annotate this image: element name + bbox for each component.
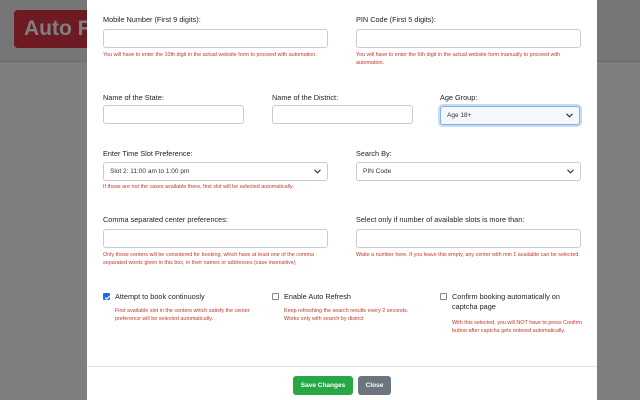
center-preferences-label: Comma separated center preferences: [103,215,228,224]
book-continuously-label[interactable]: Attempt to book continuosly [115,292,205,301]
age-group-select[interactable]: Age 18+ [440,106,580,125]
age-group-label: Age Group: [440,93,478,102]
checkmark-icon [104,295,111,300]
center-preferences-help: Only those centers will be considered fo… [103,252,314,267]
save-changes-button[interactable]: Save Changes [293,376,353,395]
chevron-down-icon [314,169,321,174]
state-label: Name of the State: [103,93,164,102]
mobile-number-help: You will have to enter the 10th digit in… [103,52,317,58]
time-slot-label: Enter Time Slot Preference: [103,149,193,158]
close-button[interactable]: Close [358,376,391,395]
time-slot-value: Slot 2: 11:00 am to 1:00 pm [110,168,190,175]
search-by-value: PIN Code [363,168,392,175]
book-continuously-help: First available slot in the centers whic… [115,308,250,323]
time-slot-help: If those are not the cases available the… [103,184,294,190]
search-by-select[interactable]: PIN Code [356,162,581,181]
auto-refresh-label[interactable]: Enable Auto Refresh [284,292,351,301]
auto-refresh-checkbox[interactable] [272,293,279,300]
district-input[interactable] [272,105,413,124]
pincode-label: PIN Code (First 5 digits): [356,15,436,24]
chevron-down-icon [567,169,574,174]
settings-modal: Mobile Number (First 9 digits): You will… [87,0,597,400]
confirm-booking-label[interactable]: Confirm booking automatically on captcha… [452,292,577,312]
pincode-input[interactable] [356,29,581,48]
chevron-down-icon [566,113,573,118]
min-slots-input[interactable] [356,229,581,248]
confirm-booking-help: With this selected, you will NOT have to… [452,320,582,335]
mobile-number-label: Mobile Number (First 9 digits): [103,15,201,24]
modal-footer-divider [87,366,597,367]
district-label: Name of the District: [272,93,339,102]
min-slots-label: Select only if number of available slots… [356,215,525,224]
state-input[interactable] [103,105,244,124]
center-preferences-input[interactable] [103,229,328,248]
confirm-booking-checkbox[interactable] [440,293,447,300]
min-slots-help: Waite a number here. If you leave this e… [356,252,580,258]
search-by-label: Search By: [356,149,392,158]
auto-refresh-help: Keep refreshing the search results every… [284,308,409,323]
time-slot-select[interactable]: Slot 2: 11:00 am to 1:00 pm [103,162,328,181]
book-continuously-checkbox[interactable] [103,293,111,300]
pincode-help: You will have to enter the 6th digit in … [356,52,561,67]
mobile-number-input[interactable] [103,29,328,48]
age-group-value: Age 18+ [447,112,472,119]
